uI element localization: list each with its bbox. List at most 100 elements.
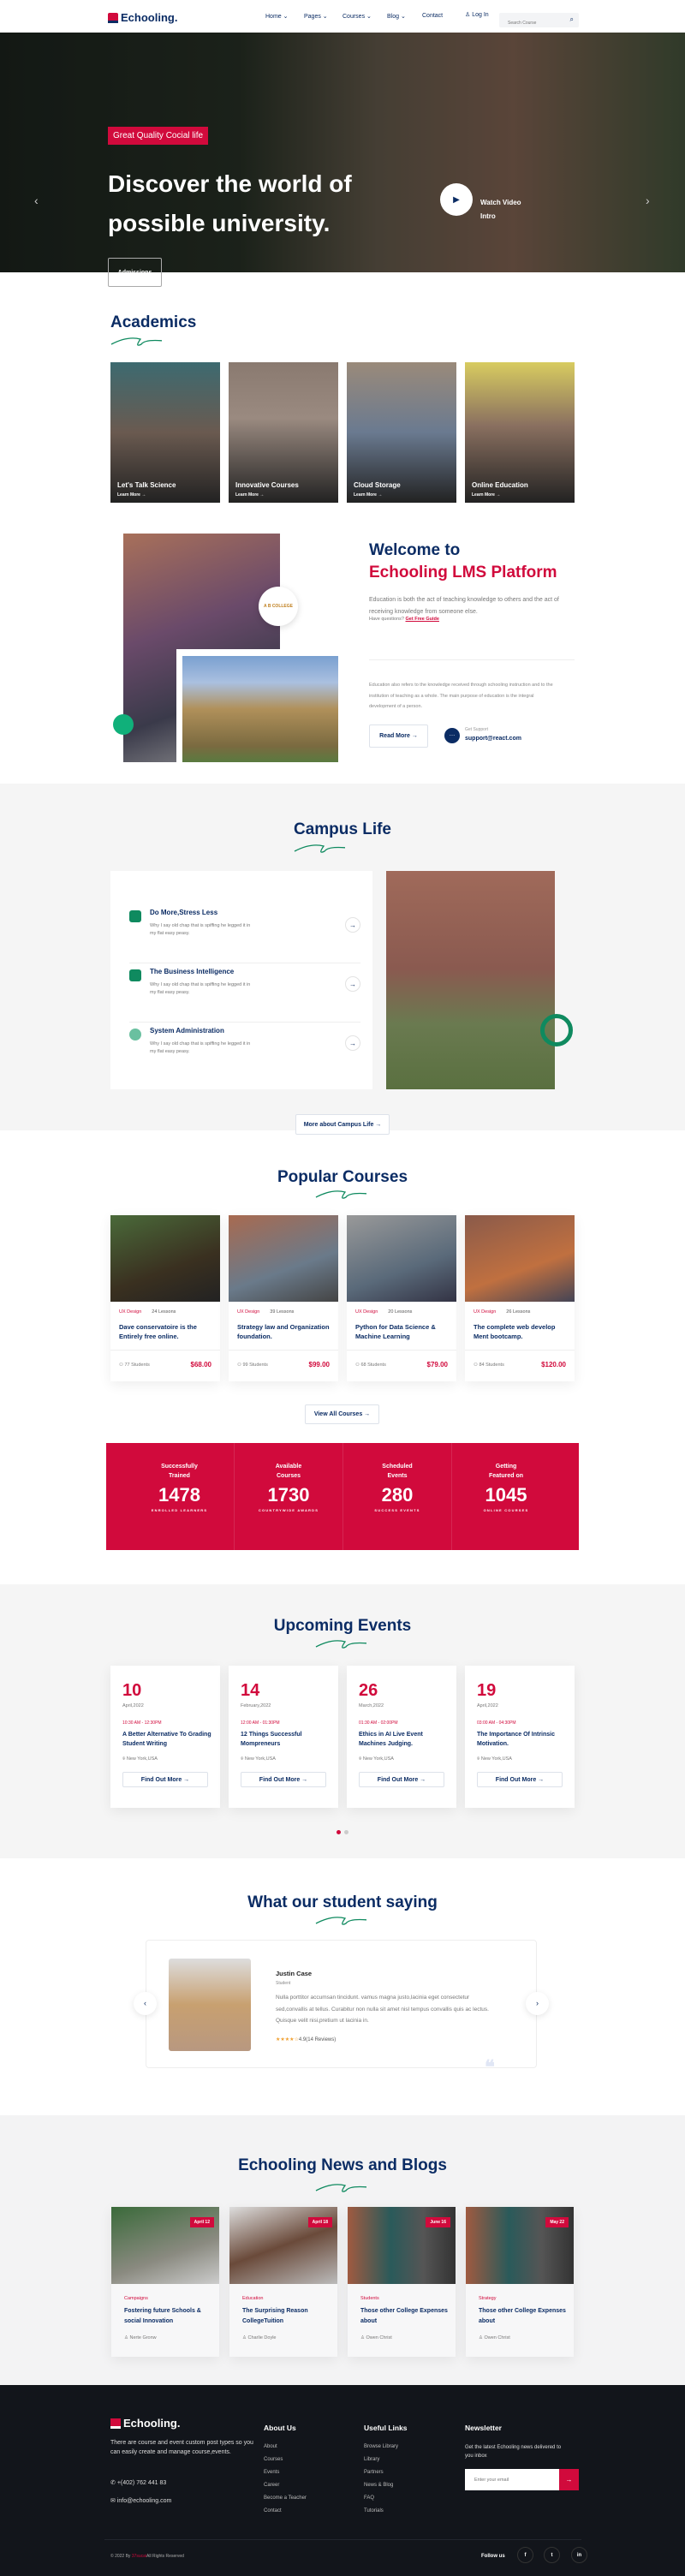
more-campus-life-button[interactable]: More about Campus Life →	[295, 1114, 390, 1135]
login-link[interactable]: ♙ Log In	[465, 11, 489, 18]
find-out-more-button[interactable]: Find Out More →	[241, 1772, 326, 1787]
next-slide-arrow[interactable]: ›	[646, 194, 650, 207]
news-card[interactable]: April 12 Campaigns Fostering future School…	[111, 2207, 219, 2357]
nav-pages[interactable]: Pages ⌄	[304, 13, 328, 20]
watch-video-label[interactable]: Watch Video Intro	[480, 196, 523, 224]
arrow-right-icon[interactable]: →	[345, 1035, 360, 1051]
user-icon: ♙	[465, 12, 471, 18]
testimonial-next-button[interactable]: ›	[526, 1992, 549, 2015]
admissions-button[interactable]: Admissions	[108, 258, 162, 287]
course-card[interactable]: UX Design 24 Lessons Dave conservatoire is…	[110, 1215, 220, 1381]
course-lessons: 26 Lessons	[506, 1309, 531, 1315]
course-image	[110, 1215, 220, 1302]
users-icon: ⚇	[474, 1363, 478, 1368]
stat-number: 1478	[158, 1484, 200, 1506]
stat-item: Getting Featured on 1045 ONLINE COURSES	[451, 1443, 560, 1550]
twitter-icon[interactable]: t	[544, 2547, 560, 2563]
course-card[interactable]: UX Design 26 Lessons The complete web deve…	[465, 1215, 575, 1381]
user-icon: ♙	[242, 2335, 247, 2340]
divider	[369, 659, 575, 660]
campus-building-photo-inner	[182, 656, 338, 762]
nav-contact[interactable]: Contact	[422, 13, 443, 19]
course-lessons: 39 Lessons	[270, 1309, 295, 1315]
support-email[interactable]: support@react.com	[465, 736, 521, 742]
hero-slider: Great Quality Cocial life Discover the w…	[0, 33, 685, 287]
footer-link[interactable]: FAQ	[364, 2496, 408, 2501]
squiggle-decoration	[294, 844, 345, 853]
read-more-button[interactable]: Read More →	[369, 724, 428, 748]
prev-slide-arrow[interactable]: ‹	[34, 194, 39, 207]
logo-icon	[108, 12, 118, 23]
chart-icon	[129, 969, 141, 981]
brand-link[interactable]: 37sucai	[132, 2554, 146, 2559]
squiggle-decoration	[315, 1190, 366, 1199]
hero-tag: Great Quality Cocial life	[108, 127, 209, 145]
nav-blog[interactable]: Blog ⌄	[387, 13, 406, 20]
pencil-icon	[129, 910, 141, 922]
squiggle-decoration	[315, 1917, 366, 1925]
footer-link[interactable]: Browse Library	[364, 2444, 408, 2449]
course-category: UX Design	[355, 1309, 378, 1315]
footer-link[interactable]: Library	[364, 2457, 408, 2462]
footer-link[interactable]: Events	[264, 2470, 307, 2475]
linkedin-icon[interactable]: in	[571, 2547, 587, 2563]
footer-link[interactable]: About	[264, 2444, 307, 2449]
free-guide-link[interactable]: Get Free Guide	[406, 617, 439, 622]
search-box[interactable]: ⌕	[499, 13, 579, 31]
search-icon[interactable]: ⌕	[570, 15, 574, 24]
campus-features-box: Do More,Stress Less Why I say old chap th…	[110, 871, 372, 1089]
campus-item[interactable]: Do More,Stress Less Why I say old chap th…	[129, 903, 360, 963]
find-out-more-button[interactable]: Find Out More →	[477, 1772, 563, 1787]
campus-item[interactable]: The Business Intelligence Why I say old c…	[129, 963, 360, 1023]
search-input[interactable]	[499, 15, 559, 31]
student-photo	[169, 1959, 251, 2051]
carousel-dot-active[interactable]	[337, 1830, 341, 1834]
news-card[interactable]: June 16 Students Those other College Expen…	[348, 2207, 456, 2357]
facebook-icon[interactable]: f	[517, 2547, 533, 2563]
stat-number: 1045	[485, 1484, 527, 1506]
footer-logo[interactable]: Echooling.	[110, 2417, 180, 2430]
stats-banner: Successfully Trained 1478 ENROLLED LEARNERS…	[106, 1443, 579, 1550]
newsletter-email-input[interactable]	[465, 2469, 559, 2490]
find-out-more-button[interactable]: Find Out More →	[122, 1772, 208, 1787]
course-card[interactable]: UX Design 39 Lessons Strategy law and Orga…	[229, 1215, 338, 1381]
footer-link[interactable]: Career	[264, 2483, 307, 2488]
view-all-courses-button[interactable]: View All Courses →	[305, 1404, 379, 1424]
academics-card[interactable]: Let's Talk Science Learn More →	[110, 362, 220, 503]
quote-icon: ❝	[485, 2056, 495, 2078]
users-icon: ⚇	[355, 1363, 360, 1368]
footer-link[interactable]: Courses	[264, 2457, 307, 2462]
header: Echooling. Home ⌄ Pages ⌄ Courses ⌄ Blog…	[0, 0, 685, 33]
carousel-dot[interactable]	[344, 1830, 348, 1834]
footer-email[interactable]: ✉ info@echooling.com	[110, 2497, 171, 2504]
newsletter-submit-button[interactable]: →	[559, 2469, 579, 2490]
phone-icon: ✆	[110, 2480, 116, 2486]
user-icon: ♙	[360, 2335, 365, 2340]
academics-card[interactable]: Online Education Learn More →	[465, 362, 575, 503]
news-card[interactable]: April 18 Education The Surprising Reason C…	[229, 2207, 337, 2357]
course-card[interactable]: UX Design 20 Lessons Python for Data Scien…	[347, 1215, 456, 1381]
find-out-more-button[interactable]: Find Out More →	[359, 1772, 444, 1787]
footer-link[interactable]: News & Blog	[364, 2483, 408, 2488]
play-video-button[interactable]: ▶	[440, 183, 473, 216]
course-price: $68.00	[190, 1361, 211, 1368]
arrow-right-icon[interactable]: →	[345, 976, 360, 992]
testimonial-prev-button[interactable]: ‹	[134, 1992, 157, 2015]
footer-link[interactable]: Partners	[364, 2470, 408, 2475]
course-students: ⚇ 99 Students	[237, 1363, 268, 1368]
academics-card[interactable]: Innovative Courses Learn More →	[229, 362, 338, 503]
campus-item[interactable]: System Administration Why I say old chap …	[129, 1022, 360, 1082]
news-card[interactable]: May 22 Strategy Those other College Expens…	[466, 2207, 574, 2357]
testimonial-card: Justin Case Student Nulla porttitor accu…	[146, 1940, 537, 2078]
footer-link[interactable]: Become a Teacher	[264, 2496, 307, 2501]
course-category: UX Design	[474, 1309, 497, 1315]
arrow-right-icon[interactable]: →	[345, 917, 360, 933]
academics-card[interactable]: Cloud Storage Learn More →	[347, 362, 456, 503]
footer-link[interactable]: Contact	[264, 2508, 307, 2513]
nav-courses[interactable]: Courses ⌄	[342, 13, 372, 20]
logo[interactable]: Echooling.	[108, 11, 177, 24]
green-dot-decoration	[113, 714, 134, 735]
nav-home[interactable]: Home ⌄	[265, 13, 289, 20]
footer-link[interactable]: Tutorials	[364, 2508, 408, 2513]
gear-icon	[129, 1029, 141, 1041]
